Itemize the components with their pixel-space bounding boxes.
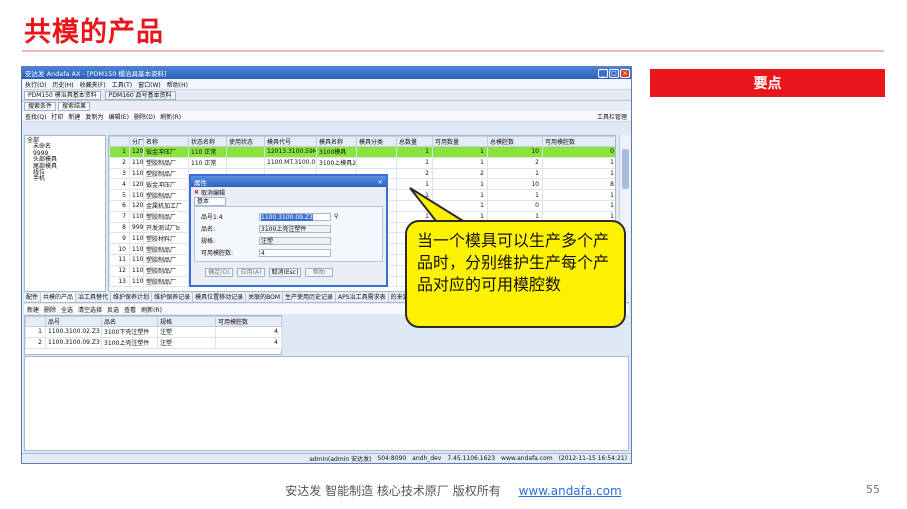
page-number: 55 [866, 483, 880, 496]
footer-link[interactable]: www.andafa.com [519, 484, 622, 498]
callout-bubble: 当一个模具可以生产多个产品时，分别维护生产每个产品对应的可用模腔数 [405, 220, 626, 328]
footer: 安达发 智能制造 核心技术原厂 版权所有 www.andafa.com [0, 482, 907, 499]
footer-text: 安达发 智能制造 核心技术原厂 版权所有 [285, 484, 501, 498]
